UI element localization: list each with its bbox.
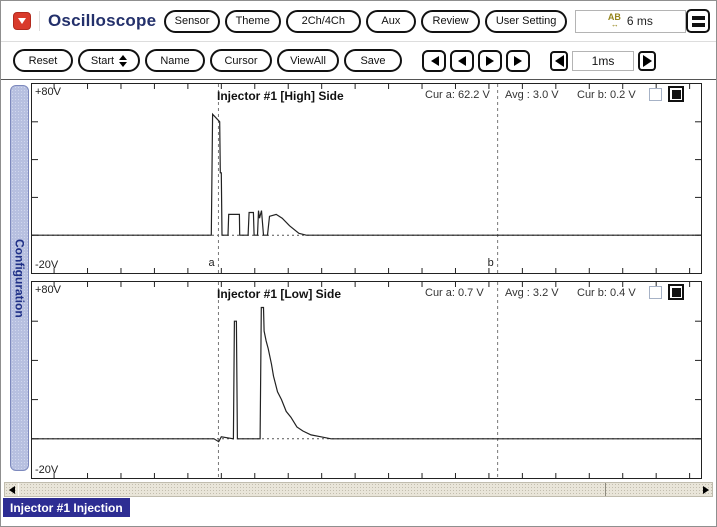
toolbar-separator [1,79,716,80]
avg-reading: Avg : 3.0 V [505,89,559,101]
app-title: Oscilloscope [48,11,156,31]
ab-time-value: 6 ms [627,14,653,28]
chart-low-side: Injector #1 [Low] Side Cur a: 0.7 V Avg … [31,281,702,479]
checkbox-fill-icon [672,288,681,297]
left-triangle-icon [9,486,15,494]
chart-high-side: Injector #1 [High] Side Cur a: 62.2 V Av… [31,83,702,274]
timebase-decrease-button[interactable] [550,51,568,71]
waveform-plot [32,282,701,478]
waveform-plot [32,84,701,273]
left-triangle-icon [458,56,466,66]
app-menu-dropdown-icon[interactable] [13,12,31,30]
review-button[interactable]: Review [421,10,481,33]
timebase-group: 1ms [550,51,656,71]
down-arrow-icon [18,18,26,24]
user-setting-button[interactable]: User Setting [485,10,566,33]
toolbar-row-2: Reset Start Name Cursor ViewAll Save [1,43,716,78]
reset-button[interactable]: Reset [13,49,73,72]
oscilloscope-window: Oscilloscope Sensor Theme 2Ch/4Ch Aux Re… [0,0,717,527]
right-triangle-icon [703,486,709,494]
channel-checkbox-unchecked[interactable] [649,286,662,299]
channel-checkbox-checked[interactable] [668,86,684,102]
cursor-b-reading: Cur b: 0.2 V [577,89,636,101]
cursor-b-label: b [488,257,494,269]
configuration-tab[interactable]: Configuration [10,85,29,471]
skip-to-end-button[interactable] [506,50,530,72]
channel-checkbox-checked[interactable] [668,284,684,300]
burger-bar-icon [692,23,705,27]
y-axis-min-label: -20V [35,464,58,476]
right-triangle-icon [486,56,494,66]
cursor-a-reading: Cur a: 62.2 V [425,89,490,101]
checkbox-fill-icon [672,90,681,99]
channel-checkbox-unchecked[interactable] [649,88,662,101]
cursor-button[interactable]: Cursor [210,49,272,72]
scrollbar-thumb[interactable] [18,483,606,496]
aux-button[interactable]: Aux [366,10,416,33]
scroll-right-button[interactable] [699,483,712,496]
y-axis-min-label: -20V [35,259,58,271]
start-select-button[interactable]: Start [78,49,140,72]
cursor-b-reading: Cur b: 0.4 V [577,287,636,299]
up-down-spinner-icon [119,55,127,67]
horizontal-scrollbar[interactable] [4,482,713,497]
y-axis-max-label: +80V [35,284,61,296]
scroll-left-button[interactable] [5,483,18,496]
record-nav-group [418,50,530,72]
cursor-a-label: a [208,257,214,269]
channel-mode-button[interactable]: 2Ch/4Ch [286,10,362,33]
step-forward-button[interactable] [478,50,502,72]
burger-bar-icon [692,16,705,20]
left-triangle-icon [431,56,439,66]
title-divider [39,11,40,31]
ab-cursor-icon: AB↔ [608,13,621,29]
timebase-value: 1ms [572,51,634,71]
theme-button[interactable]: Theme [225,10,281,33]
cursor-a-reading: Cur a: 0.7 V [425,287,484,299]
sensor-button[interactable]: Sensor [164,10,220,33]
viewall-button[interactable]: ViewAll [277,49,339,72]
record-name-label: Injector #1 Injection [3,498,130,517]
ab-time-display: AB↔ 6 ms [575,10,686,33]
chart-title: Injector #1 [High] Side [217,89,344,103]
avg-reading: Avg : 3.2 V [505,287,559,299]
chart-title: Injector #1 [Low] Side [217,287,341,301]
y-axis-max-label: +80V [35,86,61,98]
timebase-increase-button[interactable] [638,51,656,71]
save-button[interactable]: Save [344,49,402,72]
skip-to-start-button[interactable] [422,50,446,72]
toolbar-row-1: Oscilloscope Sensor Theme 2Ch/4Ch Aux Re… [1,1,716,42]
right-triangle-icon [514,56,522,66]
start-label: Start [91,55,114,67]
name-button[interactable]: Name [145,49,205,72]
right-triangle-icon [643,55,652,67]
configuration-tab-label: Configuration [13,239,27,318]
left-triangle-icon [555,55,564,67]
step-back-button[interactable] [450,50,474,72]
menu-burger-button[interactable] [686,9,710,33]
